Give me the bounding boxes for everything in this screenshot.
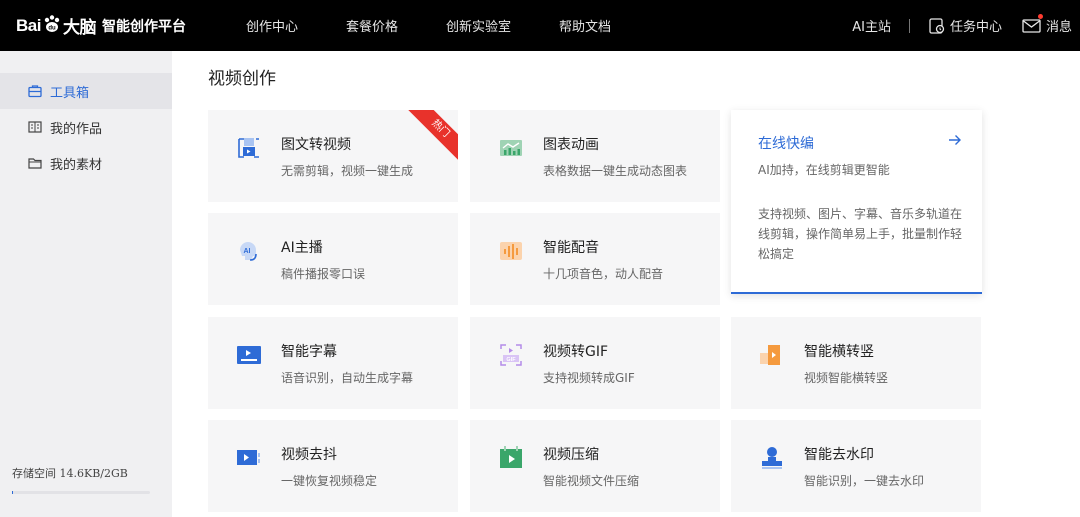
tool-card-smart-voice[interactable]: 智能配音 十几项音色，动人配音 <box>470 213 720 305</box>
divider <box>908 18 910 33</box>
card-title: 视频去抖 <box>281 447 337 463</box>
featured-card-subtitle: AI加持，在线剪辑更智能 <box>758 163 890 177</box>
tool-card-video-stabilize[interactable]: 视频去抖 一键恢复视频稳定 <box>208 420 458 512</box>
card-title: AI主播 <box>281 240 323 256</box>
svg-text:GIF: GIF <box>506 357 516 363</box>
sidebar-item-label: 我的作品 <box>50 121 103 137</box>
card-title: 智能字幕 <box>281 344 337 360</box>
nav-item-creation-center[interactable]: 创作中心 <box>246 16 298 35</box>
rotate-icon <box>760 345 780 365</box>
card-desc: 一键恢复视频稳定 <box>281 474 378 488</box>
arrow-right-icon[interactable] <box>948 134 962 146</box>
storage-progress-fill <box>12 491 13 494</box>
card-title: 智能配音 <box>543 240 599 256</box>
card-desc: 智能视频文件压缩 <box>543 474 640 488</box>
storage-progress-bar <box>12 491 150 494</box>
task-center-link[interactable]: 任务中心 <box>928 16 1002 35</box>
sidebar-item-my-materials[interactable]: 我的素材 <box>0 145 172 181</box>
main-nav: 创作中心 套餐价格 创新实验室 帮助文档 <box>246 16 659 35</box>
card-title: 智能去水印 <box>804 447 874 463</box>
card-title: 智能横转竖 <box>804 344 874 360</box>
tool-card-video-compress[interactable]: 视频压缩 智能视频文件压缩 <box>470 420 720 512</box>
page-title: 视频创作 <box>208 69 276 89</box>
card-desc: 智能识别，一键去水印 <box>804 474 925 488</box>
platform-name: 智能创作平台 <box>101 18 186 35</box>
logo-text-danao: 大脑 <box>62 18 97 37</box>
card-desc: 稿件播报零口误 <box>281 267 366 281</box>
sidebar: 工具箱 我的作品 我的素材 存储空间 14.6KB/2GB <box>0 51 172 517</box>
card-desc: 语音识别，自动生成字幕 <box>281 371 414 385</box>
gif-icon: GIF <box>500 344 522 366</box>
messages-label: 消息 <box>1045 20 1072 35</box>
voice-icon <box>500 242 522 260</box>
sidebar-item-toolbox[interactable]: 工具箱 <box>0 73 172 109</box>
works-icon <box>28 121 42 133</box>
featured-card-online-editor[interactable]: 在线快编 AI加持，在线剪辑更智能 支持视频、图片、字幕、音乐多轨道在线剪辑，操… <box>731 110 982 294</box>
image-to-video-icon <box>238 138 259 158</box>
mail-icon <box>1022 18 1041 33</box>
card-desc: 十几项音色，动人配音 <box>543 267 664 281</box>
stabilize-icon <box>237 450 260 465</box>
sidebar-item-my-works[interactable]: 我的作品 <box>0 109 172 145</box>
sidebar-item-label: 工具箱 <box>50 85 90 101</box>
toolbox-icon <box>28 85 42 98</box>
brand-logo[interactable]: Bai du 大脑 智能创作平台 <box>16 13 186 38</box>
tool-card-smart-subtitle[interactable]: 智能字幕 语音识别，自动生成字幕 <box>208 317 458 409</box>
svg-text:AI: AI <box>244 248 251 255</box>
tool-card-ai-anchor[interactable]: AI AI主播 稿件播报零口误 <box>208 213 458 305</box>
tool-card-landscape-to-portrait[interactable]: 智能横转竖 视频智能横转竖 <box>731 317 981 409</box>
card-title: 视频转GIF <box>543 344 609 360</box>
tool-card-remove-watermark[interactable]: 智能去水印 智能识别，一键去水印 <box>731 420 981 512</box>
card-title: 图表动画 <box>543 137 599 153</box>
paw-logo-icon: du <box>44 14 60 32</box>
card-title: 图文转视频 <box>281 137 351 153</box>
ai-main-site-link[interactable]: AI主站 <box>852 16 891 35</box>
featured-card-desc: 支持视频、图片、字幕、音乐多轨道在线剪辑，操作简单易上手，批量制作轻松搞定 <box>758 207 963 261</box>
messages-link[interactable]: 消息 <box>1022 14 1072 35</box>
sidebar-item-label: 我的素材 <box>50 157 103 173</box>
right-nav: AI主站 任务中心 消息 <box>852 14 1072 35</box>
card-desc: 表格数据一键生成动态图表 <box>543 164 688 178</box>
subtitle-icon <box>237 346 261 364</box>
logo-text-bai: Bai <box>16 15 41 35</box>
task-center-label: 任务中心 <box>949 20 1002 35</box>
chart-animation-icon <box>500 140 522 156</box>
card-desc: 无需剪辑，视频一键生成 <box>281 164 414 178</box>
notification-dot <box>1037 14 1043 19</box>
card-desc: 支持视频转成GIF <box>543 371 635 385</box>
tool-card-image-to-video[interactable]: 图文转视频 无需剪辑，视频一键生成 热门 <box>208 110 458 202</box>
nav-item-pricing[interactable]: 套餐价格 <box>346 16 398 35</box>
top-navigation-bar: Bai du 大脑 智能创作平台 创作中心 套餐价格 创新实验室 帮助文档 AI… <box>0 0 1080 51</box>
ai-anchor-icon: AI <box>240 242 257 261</box>
hot-badge: 热门 <box>405 110 458 164</box>
tool-card-chart-animation[interactable]: 图表动画 表格数据一键生成动态图表 <box>470 110 720 202</box>
featured-card-title: 在线快编 <box>758 136 814 152</box>
main-content: 视频创作 图文转视频 无需剪辑，视频一键生成 热门 图表动画 表格数据一键生成动… <box>172 51 1080 517</box>
watermark-icon <box>762 447 782 469</box>
storage-usage-text: 存储空间 14.6KB/2GB <box>12 467 128 480</box>
card-title: 视频压缩 <box>543 447 599 463</box>
nav-item-help-docs[interactable]: 帮助文档 <box>559 16 611 35</box>
compress-icon <box>500 446 522 468</box>
folder-icon <box>28 158 42 169</box>
tool-card-video-to-gif[interactable]: GIF 视频转GIF 支持视频转成GIF <box>470 317 720 409</box>
nav-item-lab[interactable]: 创新实验室 <box>446 16 511 35</box>
task-center-icon <box>929 17 945 34</box>
card-desc: 视频智能横转竖 <box>804 371 889 385</box>
svg-text:du: du <box>48 25 56 31</box>
